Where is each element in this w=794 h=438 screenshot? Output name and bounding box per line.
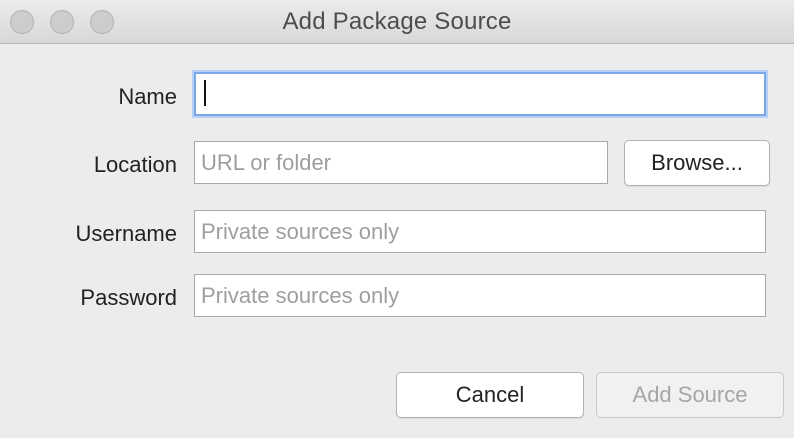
- location-field[interactable]: [194, 141, 608, 184]
- browse-button[interactable]: Browse...: [624, 140, 770, 186]
- password-label: Password: [80, 285, 177, 310]
- text-caret: [204, 80, 206, 106]
- password-field[interactable]: [194, 274, 766, 317]
- username-label: Username: [75, 221, 177, 246]
- username-field[interactable]: [194, 210, 766, 253]
- name-field[interactable]: [194, 72, 766, 116]
- location-label: Location: [93, 152, 177, 177]
- add-package-source-dialog: Add Package Source Name Location Browse.…: [0, 0, 794, 438]
- name-label: Name: [118, 84, 177, 109]
- cancel-button[interactable]: Cancel: [396, 372, 584, 418]
- window-title: Add Package Source: [282, 8, 512, 35]
- title-bar: Add Package Source: [0, 0, 794, 44]
- add-source-button[interactable]: Add Source: [596, 372, 784, 418]
